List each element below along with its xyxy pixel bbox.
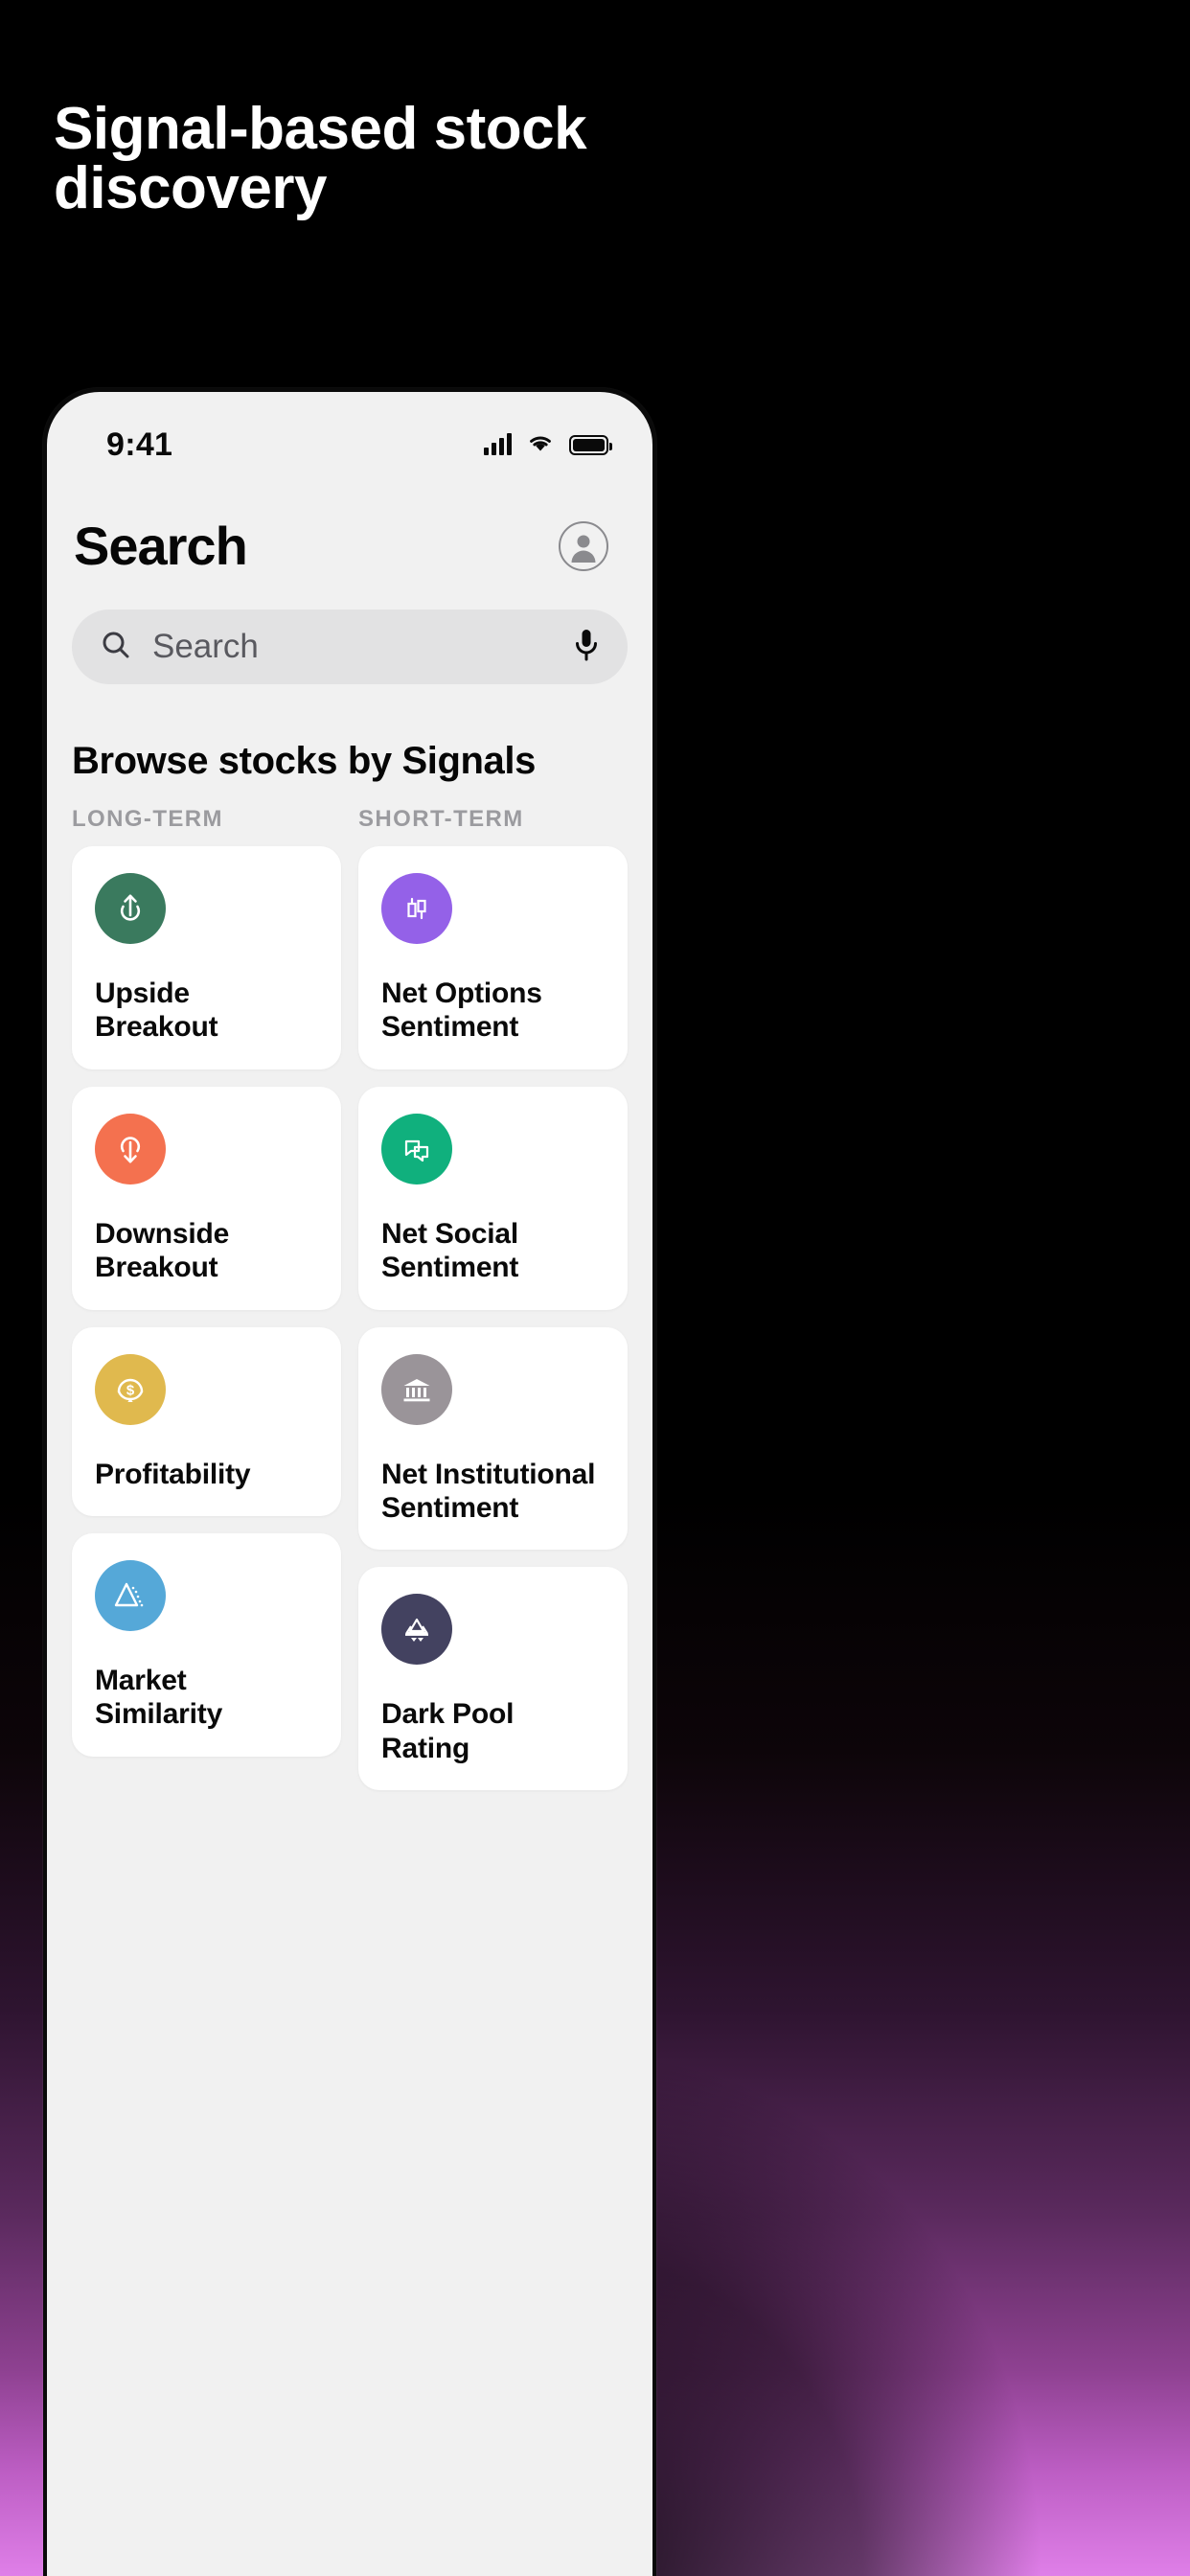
signal-card-profitability[interactable]: $ Profitability bbox=[72, 1326, 341, 1516]
status-bar-icons bbox=[484, 431, 612, 459]
search-bar[interactable]: Search bbox=[72, 610, 628, 684]
signal-card-label: Dark Pool Rating bbox=[381, 1698, 515, 1764]
bank-building-icon bbox=[381, 1353, 452, 1425]
column-label-short-term: SHORT-TERM bbox=[358, 806, 524, 832]
signal-card-net-institutional-sentiment[interactable]: Net Institutional Sentiment bbox=[358, 1326, 628, 1551]
dollar-circle-icon: $ bbox=[95, 1353, 166, 1425]
microphone-icon[interactable] bbox=[572, 627, 601, 668]
account-avatar-icon[interactable] bbox=[559, 520, 608, 571]
signal-card-label: Upside Breakout bbox=[95, 978, 218, 1044]
arrow-down-breakout-icon bbox=[95, 1113, 166, 1184]
signal-card-label: Net Options Sentiment bbox=[381, 978, 542, 1044]
svg-text:$: $ bbox=[126, 1382, 135, 1398]
short-term-column: Net Options Sentiment Net Social Sentime… bbox=[358, 846, 628, 1791]
promo-headline: Signal-based stock discovery bbox=[54, 96, 587, 221]
signal-card-upside-breakout[interactable]: Upside Breakout bbox=[72, 846, 341, 1070]
browse-column-labels: LONG-TERM SHORT-TERM bbox=[72, 806, 628, 833]
phone-screen: 9:41 Search Search Browse stocks by Sign… bbox=[47, 392, 652, 2576]
signal-card-net-options-sentiment[interactable]: Net Options Sentiment bbox=[358, 846, 628, 1070]
signal-cards-grid: Upside Breakout Downside Breakout $ Prof… bbox=[72, 846, 628, 1791]
signal-card-market-similarity[interactable]: Market Similarity bbox=[72, 1532, 341, 1757]
column-label-long-term: LONG-TERM bbox=[72, 806, 223, 832]
screen-header: Search bbox=[47, 480, 652, 577]
signal-card-label: Market Similarity bbox=[95, 1664, 223, 1731]
search-icon bbox=[99, 628, 133, 667]
signal-card-label: Net Social Sentiment bbox=[381, 1217, 519, 1284]
signal-card-dark-pool-rating[interactable]: Dark Pool Rating bbox=[358, 1567, 628, 1791]
status-bar: 9:41 bbox=[47, 392, 652, 480]
signal-card-downside-breakout[interactable]: Downside Breakout bbox=[72, 1086, 341, 1310]
wifi-icon bbox=[525, 431, 556, 459]
page-title: Search bbox=[74, 516, 248, 576]
candlestick-icon bbox=[381, 873, 452, 944]
signal-card-label: Profitability bbox=[95, 1458, 251, 1490]
mountain-reflection-icon bbox=[381, 1594, 452, 1666]
signal-card-net-social-sentiment[interactable]: Net Social Sentiment bbox=[358, 1086, 628, 1310]
arrow-up-breakout-icon bbox=[95, 873, 166, 944]
signal-card-label: Downside Breakout bbox=[95, 1217, 230, 1284]
chat-bubbles-icon bbox=[381, 1113, 452, 1184]
phone-mockup-frame: 9:41 Search Search Browse stocks by Sign… bbox=[43, 388, 656, 2576]
triangle-scatter-icon bbox=[95, 1559, 166, 1631]
cellular-bars-icon bbox=[484, 433, 512, 455]
battery-icon bbox=[569, 434, 612, 455]
long-term-column: Upside Breakout Downside Breakout $ Prof… bbox=[72, 846, 341, 1790]
browse-section-title: Browse stocks by Signals bbox=[72, 740, 536, 782]
signal-card-label: Net Institutional Sentiment bbox=[381, 1458, 596, 1524]
status-bar-clock: 9:41 bbox=[106, 426, 173, 463]
search-input[interactable]: Search bbox=[152, 628, 553, 666]
